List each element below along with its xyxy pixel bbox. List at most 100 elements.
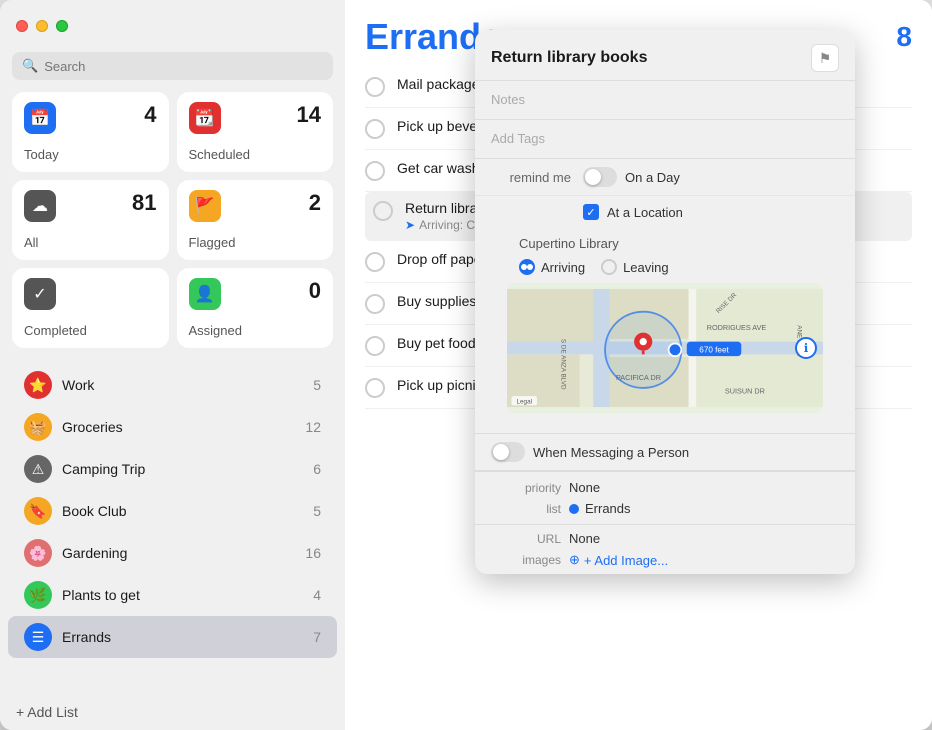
- notes-section[interactable]: Notes: [475, 81, 855, 120]
- messaging-label: When Messaging a Person: [533, 445, 689, 460]
- tags-section[interactable]: Add Tags: [475, 120, 855, 159]
- url-grid: URL None images ⊕ + Add Image...: [491, 531, 839, 568]
- svg-text:RODRIGUES AVE: RODRIGUES AVE: [707, 323, 767, 332]
- at-location-label: At a Location: [607, 205, 683, 220]
- sidebar-lists: ⭐ Work 5 🧺 Groceries 12 ⚠ Camping Trip 6…: [0, 360, 345, 694]
- task-checkbox[interactable]: [365, 336, 385, 356]
- work-label: Work: [62, 377, 303, 393]
- location-arrow-icon: ➤: [405, 218, 415, 232]
- flagged-icon: 🚩: [189, 190, 221, 222]
- list-value: Errands: [585, 501, 631, 516]
- url-value: None: [569, 531, 839, 546]
- task-checkbox[interactable]: [365, 294, 385, 314]
- remind-me-row: remind me On a Day: [475, 159, 855, 196]
- sidebar-item-plants[interactable]: 🌿 Plants to get 4: [8, 574, 337, 616]
- tags-placeholder: Add Tags: [491, 131, 545, 146]
- gardening-icon: 🌸: [24, 539, 52, 567]
- scheduled-label: Scheduled: [189, 147, 322, 162]
- smart-list-today[interactable]: 📅 4 Today: [12, 92, 169, 172]
- sidebar-item-bookclub[interactable]: 🔖 Book Club 5: [8, 490, 337, 532]
- smart-list-all[interactable]: ☁ 81 All: [12, 180, 169, 260]
- smart-list-assigned[interactable]: 👤 0 Assigned: [177, 268, 334, 348]
- svg-text:S DE ANZA BLVD: S DE ANZA BLVD: [559, 339, 566, 390]
- camping-icon: ⚠: [24, 455, 52, 483]
- add-list-button[interactable]: + Add List: [0, 694, 345, 730]
- smart-list-completed[interactable]: ✓ Completed: [12, 268, 169, 348]
- map-info-button[interactable]: ℹ: [795, 337, 817, 359]
- search-bar[interactable]: 🔍: [12, 52, 333, 80]
- add-image-button[interactable]: ⊕ + Add Image...: [569, 552, 839, 568]
- smart-lists: 📅 4 Today 📆 14 Scheduled ☁ 81 All 🚩 2 Fl…: [0, 92, 345, 360]
- leaving-label: Leaving: [623, 260, 669, 275]
- add-image-label: + Add Image...: [584, 553, 668, 568]
- sidebar-item-gardening[interactable]: 🌸 Gardening 16: [8, 532, 337, 574]
- detail-title: Return library books: [491, 49, 647, 67]
- task-checkbox[interactable]: [373, 201, 393, 221]
- priority-value: None: [569, 480, 839, 495]
- list-dot: [569, 504, 579, 514]
- remind-me-content: On a Day: [583, 167, 839, 187]
- smart-list-scheduled[interactable]: 📆 14 Scheduled: [177, 92, 334, 172]
- add-list-label: + Add List: [16, 704, 78, 720]
- at-location-checkbox[interactable]: ✓: [583, 204, 599, 220]
- at-location-content: ✓ At a Location: [583, 204, 839, 224]
- minimize-button[interactable]: [36, 20, 48, 32]
- on-a-day-toggle[interactable]: [583, 167, 617, 187]
- detail-header: Return library books ⚑: [475, 30, 855, 81]
- bookclub-label: Book Club: [62, 503, 303, 519]
- at-location-spacer: [491, 204, 571, 206]
- plants-count: 4: [313, 587, 321, 603]
- task-checkbox[interactable]: [365, 119, 385, 139]
- titlebar: [0, 0, 345, 52]
- today-count: 4: [144, 102, 156, 128]
- map-container[interactable]: RODRIGUES AVE RISE DR S DE ANZA BLVD ANE…: [507, 283, 823, 413]
- location-name: Cupertino Library: [491, 236, 839, 251]
- task-checkbox[interactable]: [365, 252, 385, 272]
- leaving-radio[interactable]: Leaving: [601, 259, 669, 275]
- all-label: All: [24, 235, 157, 250]
- completed-label: Completed: [24, 323, 157, 338]
- arriving-radio[interactable]: Arriving: [519, 259, 585, 275]
- sidebar-item-groceries[interactable]: 🧺 Groceries 12: [8, 406, 337, 448]
- flag-button[interactable]: ⚑: [811, 44, 839, 72]
- sidebar: 🔍 📅 4 Today 📆 14 Scheduled ☁ 81 All: [0, 0, 345, 730]
- arriving-radio-dot: [519, 259, 535, 275]
- gardening-count: 16: [305, 545, 321, 561]
- meta-section: priority None list Errands: [475, 471, 855, 524]
- search-input[interactable]: [44, 59, 323, 74]
- on-a-day-label: On a Day: [625, 170, 680, 185]
- at-location-row: ✓ At a Location: [475, 196, 855, 232]
- smart-list-flagged[interactable]: 🚩 2 Flagged: [177, 180, 334, 260]
- app-window: 🔍 📅 4 Today 📆 14 Scheduled ☁ 81 All: [0, 0, 932, 730]
- plants-icon: 🌿: [24, 581, 52, 609]
- flag-icon: ⚑: [819, 50, 832, 67]
- plants-label: Plants to get: [62, 587, 303, 603]
- bookclub-icon: 🔖: [24, 497, 52, 525]
- errands-count: 7: [313, 629, 321, 645]
- camping-count: 6: [313, 461, 321, 477]
- task-checkbox[interactable]: [365, 378, 385, 398]
- groceries-count: 12: [305, 419, 321, 435]
- task-checkbox[interactable]: [365, 77, 385, 97]
- arriving-leaving-group: Arriving Leaving: [491, 259, 839, 275]
- maximize-button[interactable]: [56, 20, 68, 32]
- close-button[interactable]: [16, 20, 28, 32]
- today-icon: 📅: [24, 102, 56, 134]
- detail-panel: Return library books ⚑ Notes Add Tags re…: [475, 30, 855, 574]
- badge-count: 8: [896, 21, 912, 53]
- sidebar-item-work[interactable]: ⭐ Work 5: [8, 364, 337, 406]
- svg-text:SUISUN DR: SUISUN DR: [725, 386, 765, 395]
- errands-label: Errands: [62, 629, 303, 645]
- messaging-toggle[interactable]: [491, 442, 525, 462]
- sidebar-item-errands[interactable]: ☰ Errands 7: [8, 616, 337, 658]
- today-label: Today: [24, 147, 157, 162]
- search-icon: 🔍: [22, 58, 38, 74]
- sidebar-item-camping[interactable]: ⚠ Camping Trip 6: [8, 448, 337, 490]
- flagged-label: Flagged: [189, 235, 322, 250]
- all-count: 81: [132, 190, 156, 216]
- location-block: Cupertino Library Arriving Leaving: [475, 232, 855, 434]
- url-section: URL None images ⊕ + Add Image...: [475, 524, 855, 574]
- errands-icon: ☰: [24, 623, 52, 651]
- task-checkbox[interactable]: [365, 161, 385, 181]
- camping-label: Camping Trip: [62, 461, 303, 477]
